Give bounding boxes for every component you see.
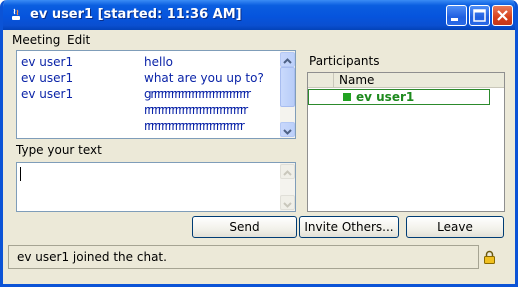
chat-row-user: ev user1 (21, 55, 74, 69)
participants-column-header[interactable]: Name (308, 73, 504, 88)
chat-transcript[interactable]: ev user1 hello ev user1 what are you up … (16, 50, 296, 139)
compose-scrollbar[interactable] (280, 163, 295, 211)
text-cursor (20, 167, 21, 181)
chat-row-text: rrrrrrrrrrrrrrrrrrrrrrrrrrrrr (144, 119, 245, 133)
lock-icon (484, 250, 495, 264)
close-button[interactable] (492, 5, 513, 26)
scroll-up-button[interactable] (280, 52, 295, 67)
chat-row-text: grrrrrrrrrrrrrrrrrrrrrrrrrrrrr (144, 87, 251, 101)
maximize-button[interactable] (469, 5, 490, 26)
menu-edit[interactable]: Edit (67, 33, 90, 47)
invite-others-button[interactable]: Invite Others... (299, 216, 399, 238)
window-title: ev user1 [started: 11:36 AM] (30, 7, 242, 22)
chevron-down-icon (283, 202, 292, 208)
leave-button[interactable]: Leave (406, 216, 504, 238)
compose-field[interactable] (16, 162, 296, 212)
minimize-icon (451, 18, 458, 21)
send-button[interactable]: Send (192, 216, 297, 238)
scroll-down-button[interactable] (280, 195, 295, 210)
transcript-scrollbar[interactable] (280, 51, 295, 138)
scroll-down-button[interactable] (280, 122, 295, 137)
java-coffee-icon (12, 8, 20, 20)
compose-label: Type your text (16, 143, 102, 157)
chevron-up-icon (283, 170, 292, 176)
chat-row-user: ev user1 (21, 87, 74, 101)
chat-row-user: ev user1 (21, 71, 74, 85)
chat-row-text: rrrrrrrrrrrrrrrrrrrrrrrrrrrrrr (144, 103, 248, 117)
online-status-icon (343, 93, 351, 101)
chat-row-text: what are you up to? (144, 71, 264, 85)
scroll-thumb[interactable] (280, 67, 295, 107)
maximize-icon (473, 9, 486, 22)
chat-row-text: hello (144, 55, 173, 69)
participant-name: ev user1 (356, 90, 415, 104)
close-icon (497, 10, 508, 21)
minimize-button[interactable] (446, 5, 467, 26)
title-bar[interactable]: ev user1 [started: 11:36 AM] (3, 0, 515, 30)
status-text: ev user1 joined the chat. (17, 250, 167, 264)
column-name-label: Name (339, 73, 375, 87)
participants-label: Participants (309, 54, 380, 68)
participant-item[interactable]: ev user1 (308, 89, 490, 105)
column-divider (333, 73, 334, 87)
menu-bar: Meeting Edit (3, 30, 515, 49)
scroll-up-button[interactable] (280, 164, 295, 179)
menu-meeting[interactable]: Meeting (12, 33, 60, 47)
status-bar: ev user1 joined the chat. (8, 245, 479, 269)
chat-window: ev user1 [started: 11:36 AM] Meeting Edi… (0, 0, 518, 287)
chevron-down-icon (283, 129, 292, 135)
